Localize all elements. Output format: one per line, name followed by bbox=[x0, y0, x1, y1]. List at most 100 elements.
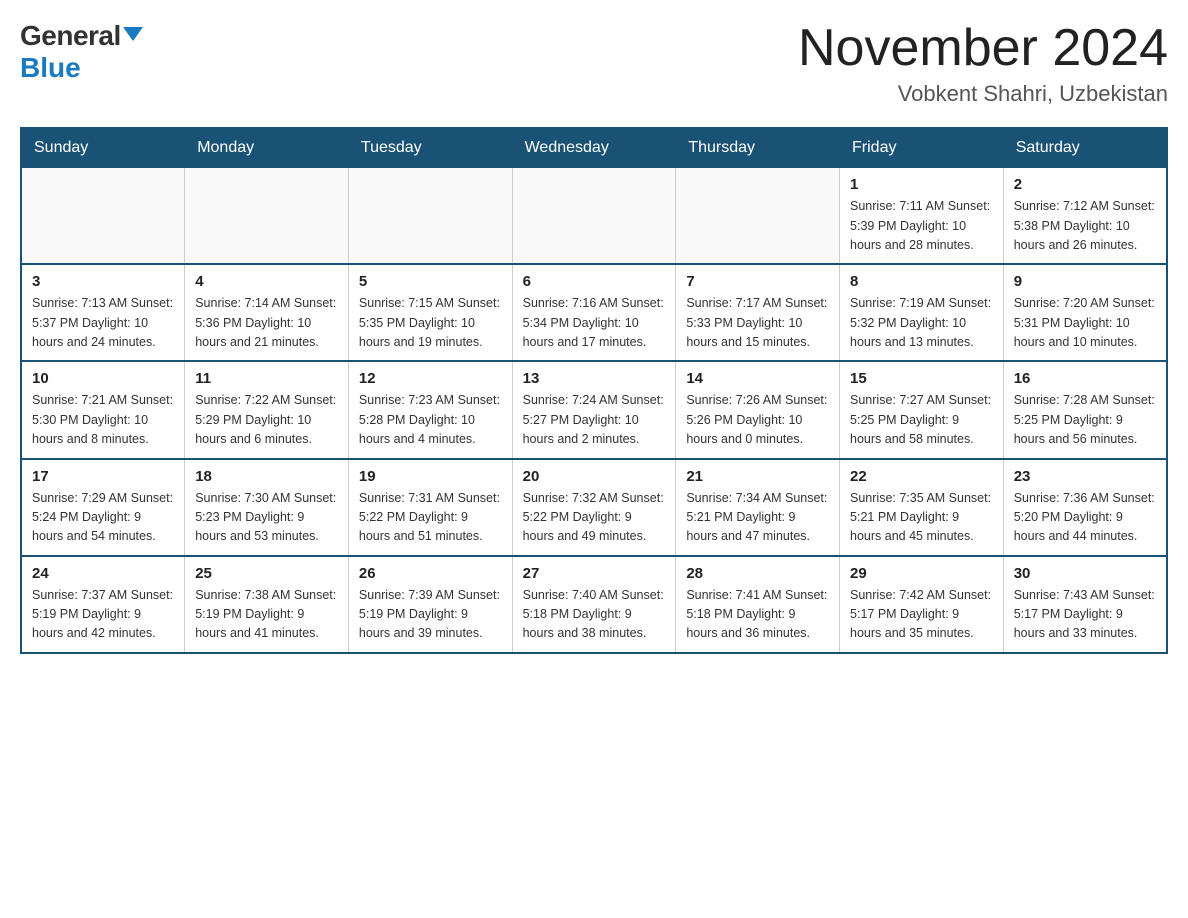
day-info: Sunrise: 7:15 AM Sunset: 5:35 PM Dayligh… bbox=[359, 294, 502, 352]
calendar-cell: 18 Sunrise: 7:30 AM Sunset: 5:23 PM Dayli… bbox=[185, 459, 349, 556]
weekday-header-wednesday: Wednesday bbox=[512, 128, 676, 168]
day-info: Sunrise: 7:29 AM Sunset: 5:24 PM Dayligh… bbox=[32, 489, 174, 547]
day-number: 30 bbox=[1014, 565, 1156, 582]
week-row-1: 1 Sunrise: 7:11 AM Sunset: 5:39 PM Daylig… bbox=[21, 168, 1167, 265]
weekday-header-friday: Friday bbox=[840, 128, 1004, 168]
day-info: Sunrise: 7:12 AM Sunset: 5:38 PM Dayligh… bbox=[1014, 197, 1156, 255]
calendar-cell: 22 Sunrise: 7:35 AM Sunset: 5:21 PM Dayli… bbox=[840, 459, 1004, 556]
weekday-header-sunday: Sunday bbox=[21, 128, 185, 168]
location-title: Vobkent Shahri, Uzbekistan bbox=[798, 81, 1168, 107]
day-number: 25 bbox=[195, 565, 338, 582]
month-title: November 2024 bbox=[798, 20, 1168, 77]
day-number: 22 bbox=[850, 468, 993, 485]
day-number: 19 bbox=[359, 468, 502, 485]
week-row-3: 10 Sunrise: 7:21 AM Sunset: 5:30 PM Dayli… bbox=[21, 361, 1167, 458]
calendar-cell: 17 Sunrise: 7:29 AM Sunset: 5:24 PM Dayli… bbox=[21, 459, 185, 556]
calendar-cell: 23 Sunrise: 7:36 AM Sunset: 5:20 PM Dayli… bbox=[1003, 459, 1167, 556]
day-info: Sunrise: 7:37 AM Sunset: 5:19 PM Dayligh… bbox=[32, 586, 174, 644]
calendar-cell: 21 Sunrise: 7:34 AM Sunset: 5:21 PM Dayli… bbox=[676, 459, 840, 556]
calendar-cell: 19 Sunrise: 7:31 AM Sunset: 5:22 PM Dayli… bbox=[348, 459, 512, 556]
weekday-header-tuesday: Tuesday bbox=[348, 128, 512, 168]
logo-general-text: General bbox=[20, 20, 121, 52]
weekday-header-saturday: Saturday bbox=[1003, 128, 1167, 168]
day-number: 21 bbox=[686, 468, 829, 485]
day-info: Sunrise: 7:31 AM Sunset: 5:22 PM Dayligh… bbox=[359, 489, 502, 547]
day-info: Sunrise: 7:43 AM Sunset: 5:17 PM Dayligh… bbox=[1014, 586, 1156, 644]
calendar-cell: 30 Sunrise: 7:43 AM Sunset: 5:17 PM Dayli… bbox=[1003, 556, 1167, 653]
calendar-cell: 25 Sunrise: 7:38 AM Sunset: 5:19 PM Dayli… bbox=[185, 556, 349, 653]
calendar-cell bbox=[21, 168, 185, 265]
calendar-table: SundayMondayTuesdayWednesdayThursdayFrid… bbox=[20, 127, 1168, 654]
day-number: 7 bbox=[686, 273, 829, 290]
calendar-cell bbox=[512, 168, 676, 265]
day-number: 12 bbox=[359, 370, 502, 387]
calendar-cell: 20Sunrise: 7:32 AM Sunset: 5:22 PM Dayli… bbox=[512, 459, 676, 556]
day-number: 16 bbox=[1014, 370, 1156, 387]
calendar-cell: 26Sunrise: 7:39 AM Sunset: 5:19 PM Dayli… bbox=[348, 556, 512, 653]
calendar-cell: 1 Sunrise: 7:11 AM Sunset: 5:39 PM Daylig… bbox=[840, 168, 1004, 265]
day-info: Sunrise: 7:13 AM Sunset: 5:37 PM Dayligh… bbox=[32, 294, 174, 352]
weekday-header-monday: Monday bbox=[185, 128, 349, 168]
calendar-cell: 14Sunrise: 7:26 AM Sunset: 5:26 PM Dayli… bbox=[676, 361, 840, 458]
calendar-cell: 8 Sunrise: 7:19 AM Sunset: 5:32 PM Daylig… bbox=[840, 264, 1004, 361]
calendar-cell: 15 Sunrise: 7:27 AM Sunset: 5:25 PM Dayli… bbox=[840, 361, 1004, 458]
day-number: 26 bbox=[359, 565, 502, 582]
day-info: Sunrise: 7:28 AM Sunset: 5:25 PM Dayligh… bbox=[1014, 391, 1156, 449]
day-info: Sunrise: 7:35 AM Sunset: 5:21 PM Dayligh… bbox=[850, 489, 993, 547]
day-info: Sunrise: 7:27 AM Sunset: 5:25 PM Dayligh… bbox=[850, 391, 993, 449]
weekday-header-row: SundayMondayTuesdayWednesdayThursdayFrid… bbox=[21, 128, 1167, 168]
day-info: Sunrise: 7:36 AM Sunset: 5:20 PM Dayligh… bbox=[1014, 489, 1156, 547]
page-header: General Blue November 2024 Vobkent Shahr… bbox=[20, 20, 1168, 107]
day-info: Sunrise: 7:21 AM Sunset: 5:30 PM Dayligh… bbox=[32, 391, 174, 449]
day-info: Sunrise: 7:42 AM Sunset: 5:17 PM Dayligh… bbox=[850, 586, 993, 644]
day-info: Sunrise: 7:32 AM Sunset: 5:22 PM Dayligh… bbox=[523, 489, 666, 547]
day-number: 10 bbox=[32, 370, 174, 387]
day-info: Sunrise: 7:24 AM Sunset: 5:27 PM Dayligh… bbox=[523, 391, 666, 449]
calendar-cell bbox=[185, 168, 349, 265]
calendar-cell bbox=[676, 168, 840, 265]
calendar-cell: 12 Sunrise: 7:23 AM Sunset: 5:28 PM Dayli… bbox=[348, 361, 512, 458]
weekday-header-thursday: Thursday bbox=[676, 128, 840, 168]
day-info: Sunrise: 7:26 AM Sunset: 5:26 PM Dayligh… bbox=[686, 391, 829, 449]
calendar-cell: 24 Sunrise: 7:37 AM Sunset: 5:19 PM Dayli… bbox=[21, 556, 185, 653]
calendar-cell bbox=[348, 168, 512, 265]
day-number: 29 bbox=[850, 565, 993, 582]
calendar-cell: 11Sunrise: 7:22 AM Sunset: 5:29 PM Dayli… bbox=[185, 361, 349, 458]
day-info: Sunrise: 7:14 AM Sunset: 5:36 PM Dayligh… bbox=[195, 294, 338, 352]
day-number: 3 bbox=[32, 273, 174, 290]
day-info: Sunrise: 7:34 AM Sunset: 5:21 PM Dayligh… bbox=[686, 489, 829, 547]
week-row-5: 24 Sunrise: 7:37 AM Sunset: 5:19 PM Dayli… bbox=[21, 556, 1167, 653]
calendar-cell: 27Sunrise: 7:40 AM Sunset: 5:18 PM Dayli… bbox=[512, 556, 676, 653]
day-number: 17 bbox=[32, 468, 174, 485]
day-number: 4 bbox=[195, 273, 338, 290]
calendar-cell: 9Sunrise: 7:20 AM Sunset: 5:31 PM Daylig… bbox=[1003, 264, 1167, 361]
day-info: Sunrise: 7:19 AM Sunset: 5:32 PM Dayligh… bbox=[850, 294, 993, 352]
day-number: 24 bbox=[32, 565, 174, 582]
calendar-cell: 4 Sunrise: 7:14 AM Sunset: 5:36 PM Daylig… bbox=[185, 264, 349, 361]
day-info: Sunrise: 7:30 AM Sunset: 5:23 PM Dayligh… bbox=[195, 489, 338, 547]
day-number: 23 bbox=[1014, 468, 1156, 485]
day-info: Sunrise: 7:41 AM Sunset: 5:18 PM Dayligh… bbox=[686, 586, 829, 644]
week-row-2: 3 Sunrise: 7:13 AM Sunset: 5:37 PM Daylig… bbox=[21, 264, 1167, 361]
day-info: Sunrise: 7:17 AM Sunset: 5:33 PM Dayligh… bbox=[686, 294, 829, 352]
day-info: Sunrise: 7:16 AM Sunset: 5:34 PM Dayligh… bbox=[523, 294, 666, 352]
calendar-cell: 6Sunrise: 7:16 AM Sunset: 5:34 PM Daylig… bbox=[512, 264, 676, 361]
calendar-cell: 3 Sunrise: 7:13 AM Sunset: 5:37 PM Daylig… bbox=[21, 264, 185, 361]
calendar-cell: 2Sunrise: 7:12 AM Sunset: 5:38 PM Daylig… bbox=[1003, 168, 1167, 265]
day-number: 18 bbox=[195, 468, 338, 485]
day-info: Sunrise: 7:23 AM Sunset: 5:28 PM Dayligh… bbox=[359, 391, 502, 449]
logo-blue-text: Blue bbox=[20, 52, 81, 84]
day-number: 15 bbox=[850, 370, 993, 387]
day-number: 8 bbox=[850, 273, 993, 290]
day-number: 28 bbox=[686, 565, 829, 582]
day-info: Sunrise: 7:11 AM Sunset: 5:39 PM Dayligh… bbox=[850, 197, 993, 255]
day-info: Sunrise: 7:40 AM Sunset: 5:18 PM Dayligh… bbox=[523, 586, 666, 644]
logo: General Blue bbox=[20, 20, 143, 84]
day-number: 1 bbox=[850, 176, 993, 193]
calendar-cell: 13Sunrise: 7:24 AM Sunset: 5:27 PM Dayli… bbox=[512, 361, 676, 458]
calendar-cell: 28 Sunrise: 7:41 AM Sunset: 5:18 PM Dayli… bbox=[676, 556, 840, 653]
day-number: 9 bbox=[1014, 273, 1156, 290]
day-number: 11 bbox=[195, 370, 338, 387]
calendar-cell: 7 Sunrise: 7:17 AM Sunset: 5:33 PM Daylig… bbox=[676, 264, 840, 361]
day-info: Sunrise: 7:38 AM Sunset: 5:19 PM Dayligh… bbox=[195, 586, 338, 644]
